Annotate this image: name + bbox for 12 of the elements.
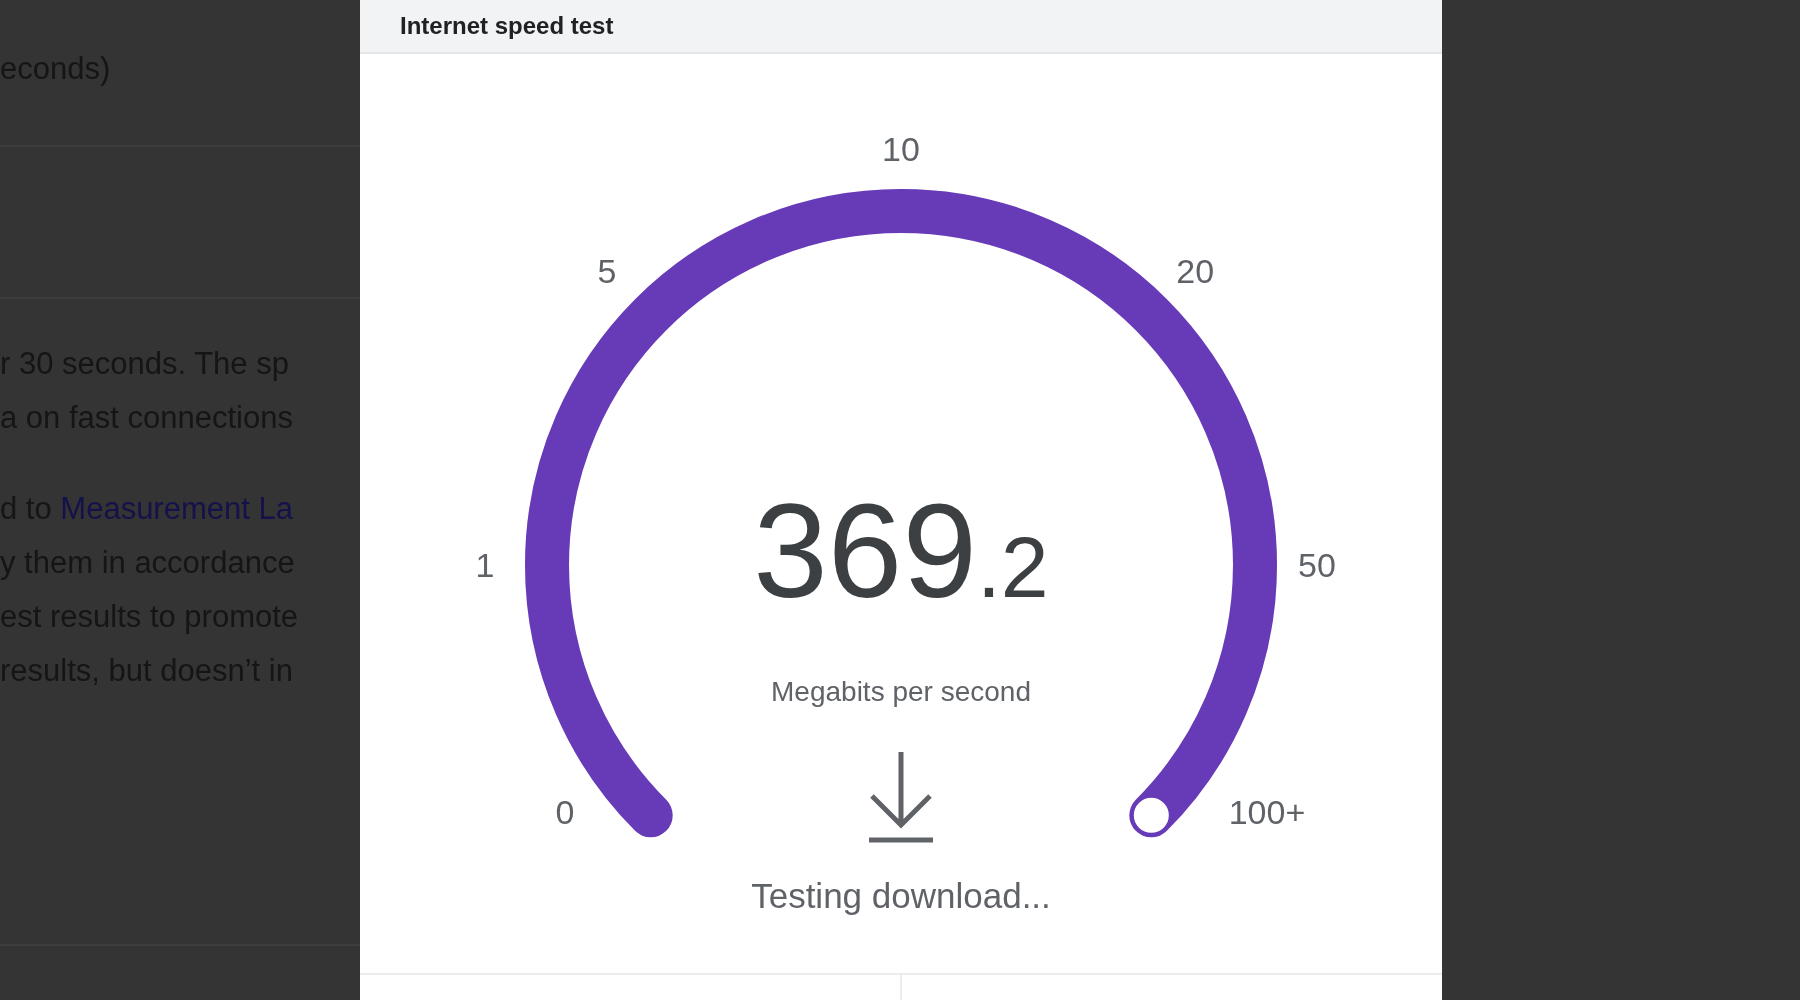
- dialog-title: Internet speed test: [400, 12, 614, 40]
- gauge-tick-label: 1: [475, 546, 495, 584]
- speed-unit: Megabits per second: [771, 676, 1031, 708]
- gauge-tick-label: 10: [882, 130, 920, 168]
- speed-value: 369.2: [753, 484, 1049, 627]
- status-text: Testing download...: [751, 876, 1051, 916]
- download-arrow-icon: [866, 750, 936, 844]
- gauge-tick-label: 50: [1298, 546, 1336, 584]
- gauge-tick-label: 0: [555, 793, 575, 831]
- gauge-tick-label: 5: [597, 251, 617, 290]
- gauge-tick-label: 20: [1176, 251, 1215, 290]
- gauge-tick-label: 100+: [1228, 793, 1306, 831]
